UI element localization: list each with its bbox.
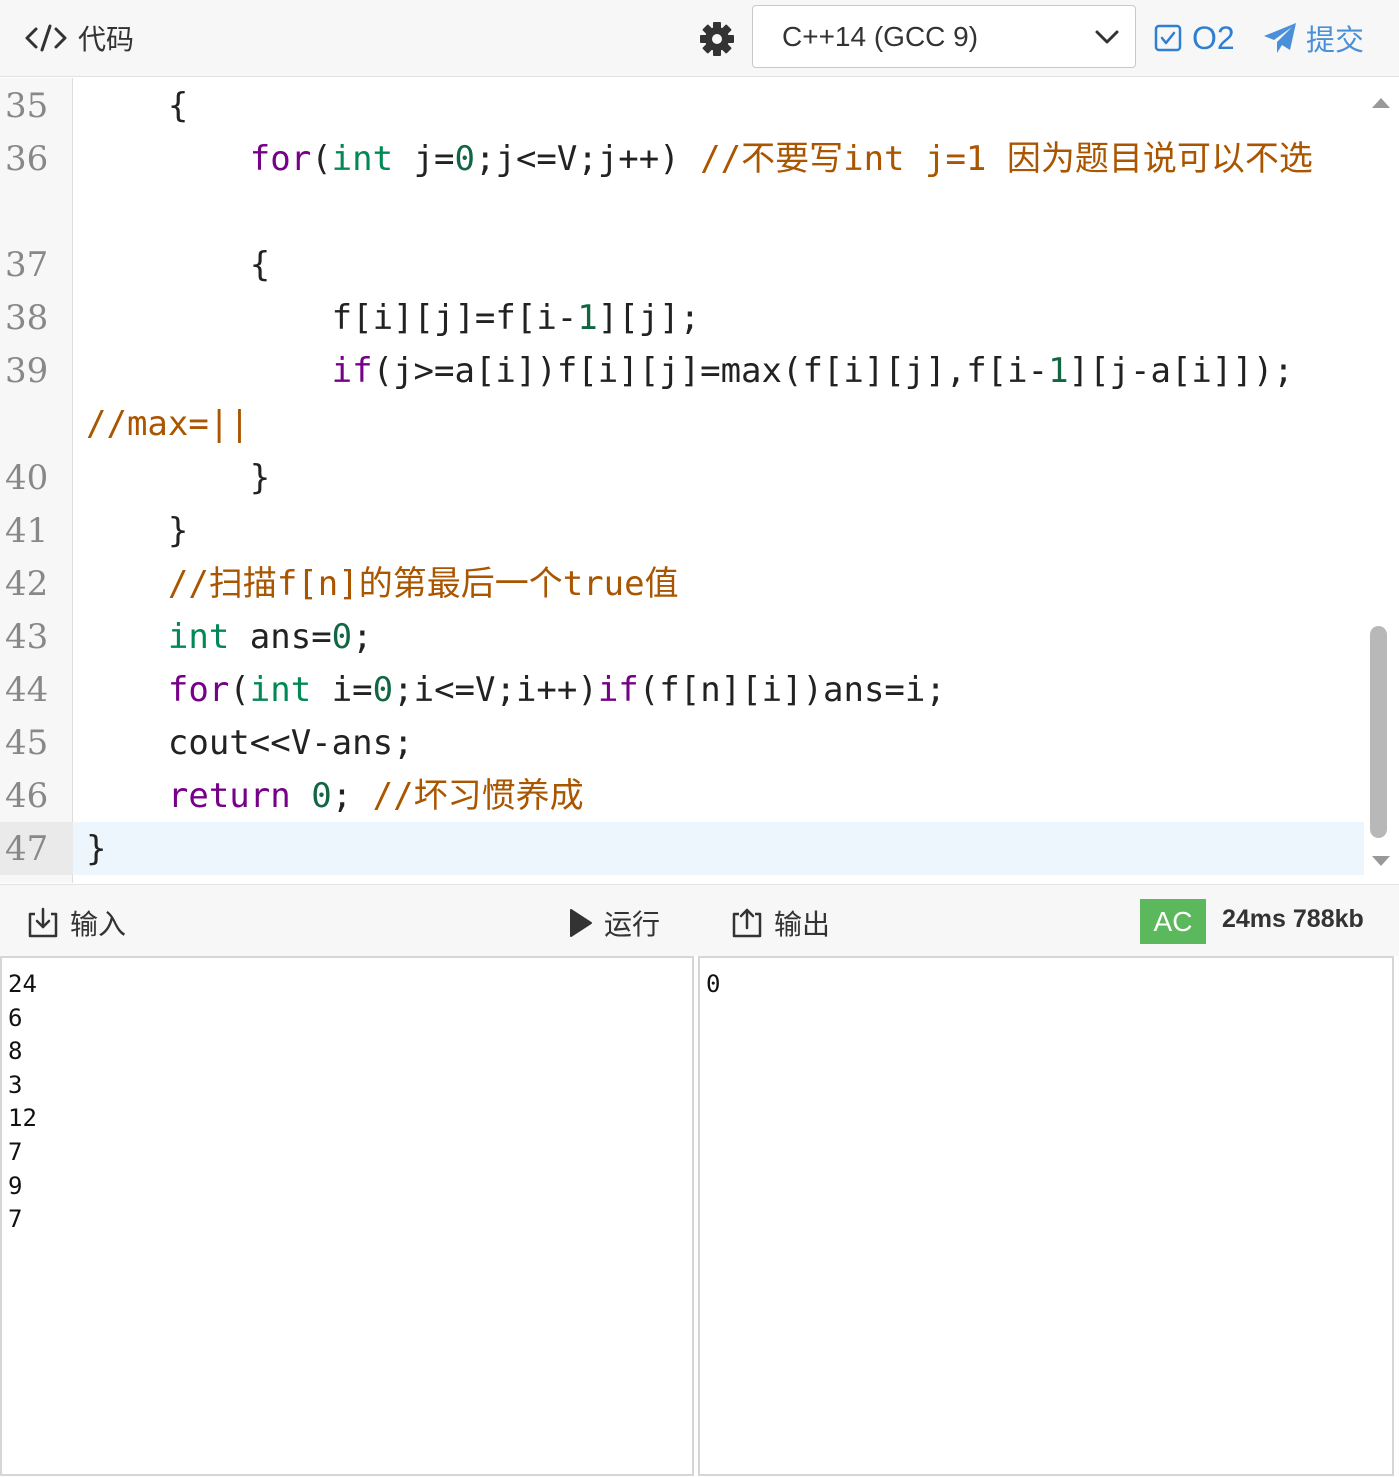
editor-scrollbar[interactable] [1364, 78, 1399, 883]
code-line[interactable]: } [86, 452, 270, 505]
status-badge: AC [1140, 899, 1206, 944]
line-number: 44 [5, 670, 49, 710]
input-text: 24 6 8 3 12 7 9 7 [8, 970, 37, 1234]
input-textarea[interactable]: 24 6 8 3 12 7 9 7 [0, 956, 694, 1476]
line-number: 40 [5, 458, 49, 498]
code-line[interactable]: for(int i=0;i<=V;i++)if(f[n][i])ans=i; [86, 664, 946, 717]
code-line[interactable]: { [86, 239, 270, 292]
language-select[interactable]: C++14 (GCC 9) [752, 5, 1136, 68]
output-text: 0 [706, 970, 721, 998]
language-select-value: C++14 (GCC 9) [782, 21, 979, 52]
code-line[interactable]: cout<<V-ans; [86, 717, 414, 770]
scroll-up-arrow-icon[interactable] [1370, 96, 1392, 110]
upload-icon [732, 908, 762, 938]
chevron-down-icon [1095, 30, 1119, 44]
run-button[interactable]: 运行 [566, 903, 660, 943]
io-toolbar: 输入 运行 输出 AC 24ms 788kb [0, 884, 1399, 956]
output-label: 输出 [774, 908, 831, 941]
play-icon [570, 909, 592, 937]
scroll-down-arrow-icon[interactable] [1370, 854, 1392, 868]
code-line[interactable]: f[i][j]=f[i-1][j]; [86, 292, 701, 345]
code-line[interactable]: //扫描f[n]的第最后一个true值 [86, 558, 679, 611]
submit-label: 提交 [1306, 23, 1365, 57]
output-textarea[interactable]: 0 [698, 956, 1394, 1476]
code-tab: 代码 [24, 18, 134, 58]
line-number: 36 [5, 139, 49, 179]
code-line[interactable]: int ans=0; [86, 611, 373, 664]
code-line[interactable]: for(int j=0;j<=V;j++) //不要写int j=1 因为题目说… [86, 133, 1348, 186]
o2-label: O2 [1192, 19, 1235, 56]
code-line[interactable]: return 0; //坏习惯养成 [86, 770, 584, 823]
scrollbar-thumb[interactable] [1370, 626, 1387, 838]
run-stats: 24ms 788kb [1222, 905, 1364, 933]
code-line[interactable]: } [86, 823, 106, 876]
code-line[interactable]: { [86, 80, 188, 133]
checkbox-checked-icon[interactable] [1154, 24, 1182, 52]
code-tab-label: 代码 [78, 23, 135, 56]
output-tab[interactable]: 输出 [730, 903, 830, 943]
line-number: 35 [5, 86, 49, 126]
code-line[interactable]: } [86, 505, 188, 558]
download-icon [28, 907, 58, 938]
line-number: 46 [5, 776, 49, 816]
line-number: 47 [5, 829, 49, 869]
line-number: 41 [5, 511, 49, 551]
line-number: 43 [5, 617, 49, 657]
line-number: 37 [5, 245, 49, 285]
paper-plane-icon [1264, 23, 1296, 53]
code-brackets-icon [25, 24, 67, 52]
line-number: 45 [5, 723, 49, 763]
o2-option[interactable]: O2 [1154, 18, 1235, 58]
input-label: 输入 [70, 908, 127, 941]
code-line[interactable]: if(j>=a[i])f[i][j]=max(f[i][j],f[i-1][j-… [86, 345, 1348, 451]
run-label: 运行 [604, 908, 661, 941]
active-line-highlight [0, 822, 1364, 875]
line-number: 38 [5, 298, 49, 338]
settings-gear-icon[interactable] [698, 20, 736, 58]
code-editor[interactable]: 35 36 37 38 39 40 41 42 43 44 45 46 47 {… [0, 78, 1399, 883]
line-number: 39 [5, 351, 49, 391]
line-number: 42 [5, 564, 49, 604]
input-tab[interactable]: 输入 [26, 903, 126, 943]
submit-button[interactable]: 提交 [1262, 18, 1364, 58]
editor-toolbar: 代码 C++14 (GCC 9) O2 提交 [0, 0, 1399, 77]
